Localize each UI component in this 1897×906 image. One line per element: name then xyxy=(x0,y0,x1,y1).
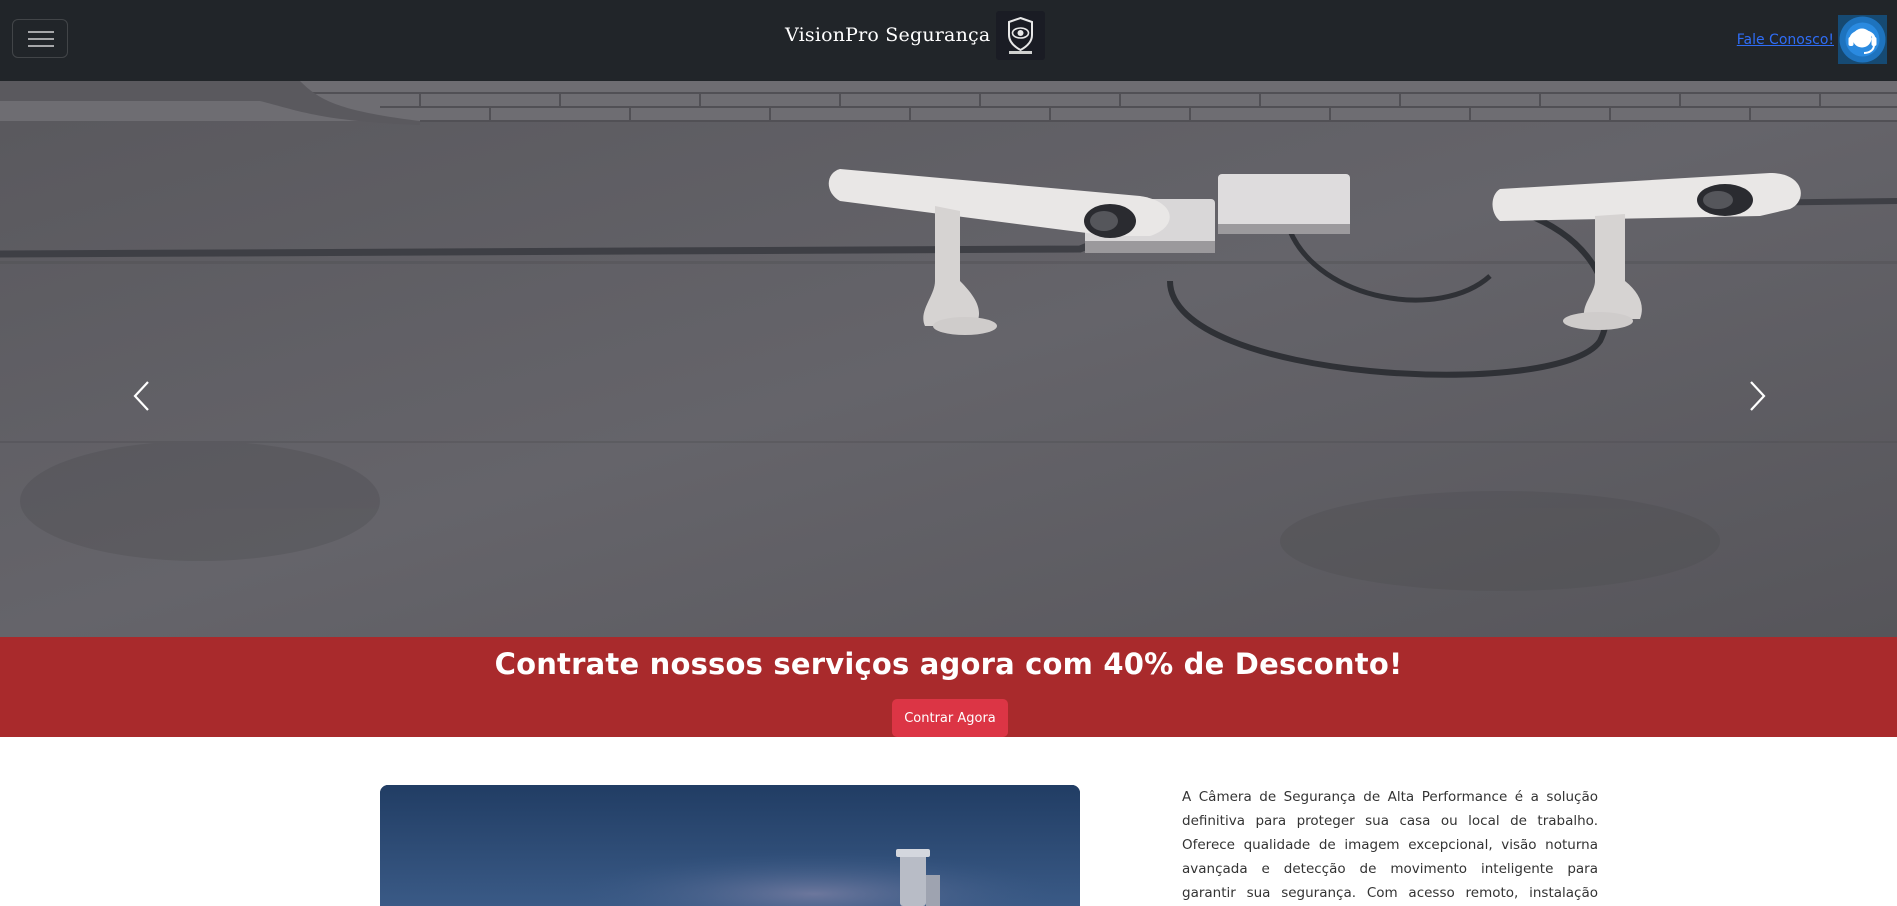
promo-title: Contrate nossos serviços agora com 40% d… xyxy=(494,647,1403,681)
headset-support-icon[interactable] xyxy=(1838,15,1887,64)
brand-name: VisionPro Segurança xyxy=(785,24,991,46)
brand-link[interactable]: VisionPro Segurança xyxy=(785,10,1046,60)
product-image xyxy=(380,785,1080,906)
hero-carousel xyxy=(0,81,1897,637)
product-description: A Câmera de Segurança de Alta Performanc… xyxy=(1182,789,1598,901)
chevron-right-icon[interactable] xyxy=(1737,376,1777,416)
eye-shield-logo-icon xyxy=(996,10,1046,60)
top-navbar: VisionPro Segurança Fale Conosco! xyxy=(0,0,1897,81)
contact-link[interactable]: Fale Conosco! xyxy=(1737,32,1834,48)
chevron-left-icon[interactable] xyxy=(122,376,162,416)
promo-banner: Contrate nossos serviços agora com 40% d… xyxy=(0,637,1897,737)
hamburger-menu-icon[interactable] xyxy=(12,19,68,58)
hire-now-button[interactable]: Contrar Agora xyxy=(892,699,1008,737)
security-cameras-photo xyxy=(0,81,1897,637)
contact-area: Fale Conosco! xyxy=(1737,15,1887,64)
